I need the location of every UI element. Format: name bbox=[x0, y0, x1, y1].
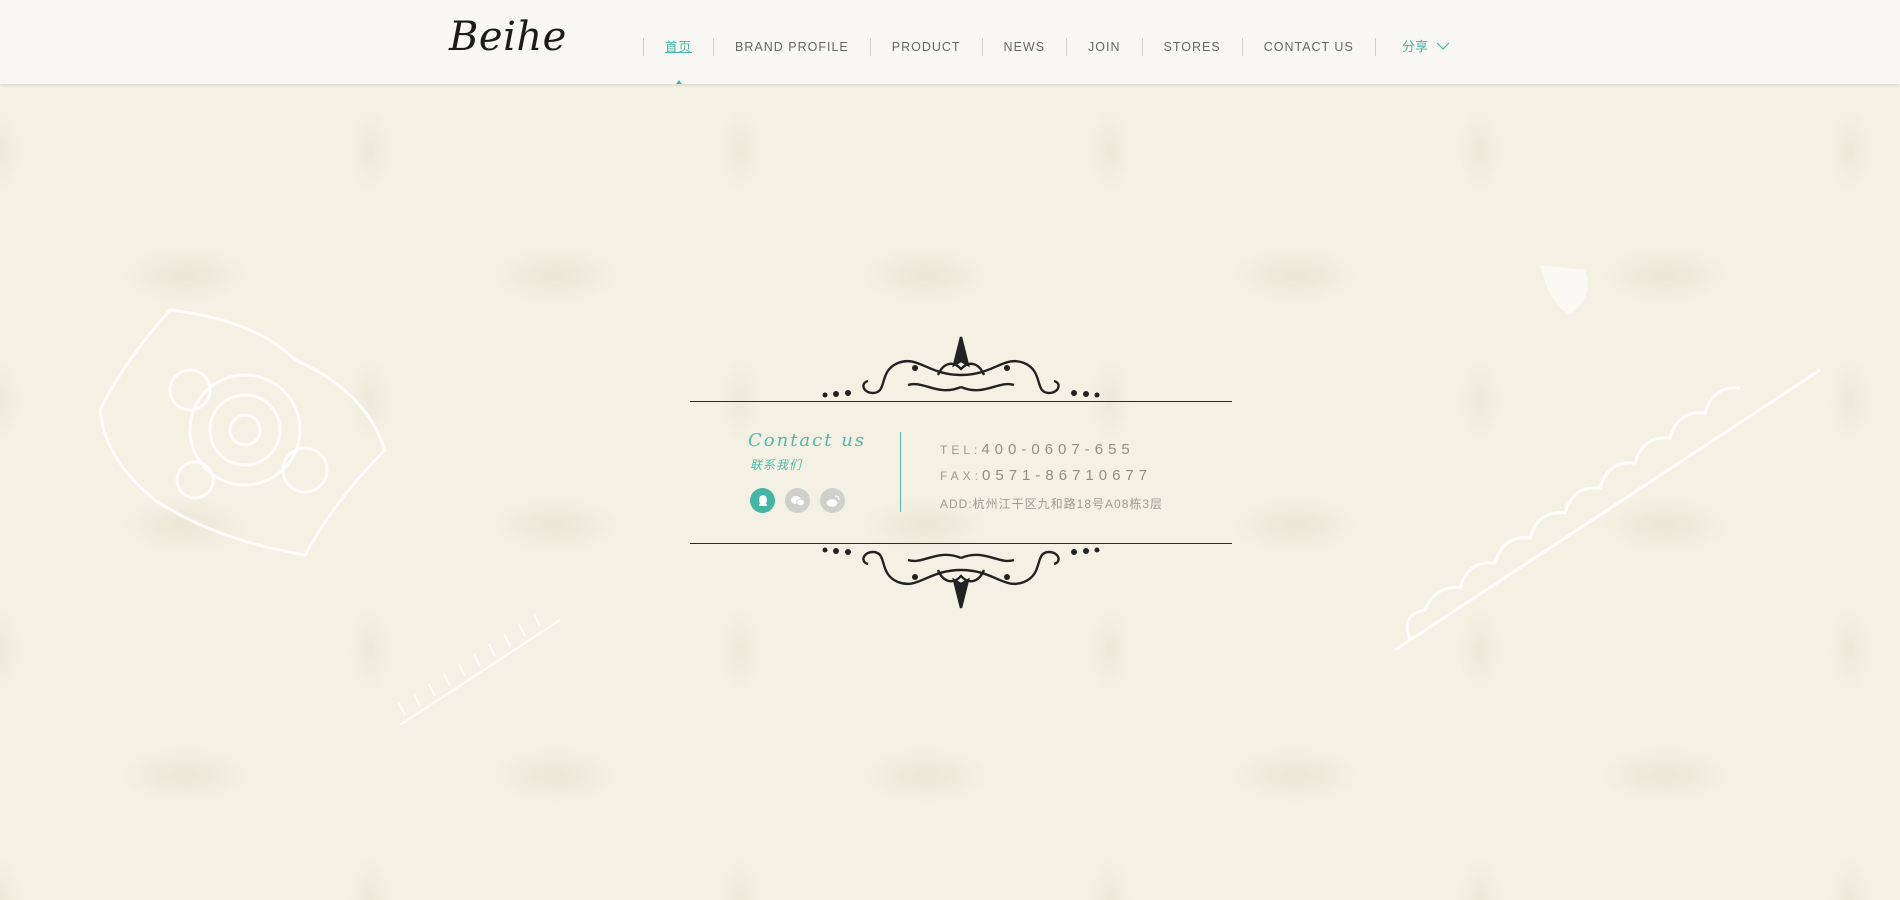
tel-line: TEL:400-0607-655 bbox=[940, 441, 1135, 459]
main-nav: 首页 BRAND PROFILE PRODUCT NEWS JOIN STORE… bbox=[643, 38, 1376, 56]
address-text: ADD:杭州江干区九和路18号A08栋3层 bbox=[940, 497, 1164, 511]
share-label: 分享 bbox=[1402, 39, 1429, 54]
fax-line: FAX:0571-86710677 bbox=[940, 467, 1152, 485]
nav-item-brand-profile[interactable]: BRAND PROFILE bbox=[714, 38, 870, 56]
contact-title: Contact us bbox=[748, 430, 867, 451]
fax-value: 0571-86710677 bbox=[982, 467, 1153, 484]
tel-label: TEL: bbox=[940, 443, 982, 457]
weibo-icon[interactable] bbox=[820, 488, 845, 513]
lace-decoration-left bbox=[98, 308, 387, 557]
bottom-ornament bbox=[822, 547, 1100, 609]
fax-label: FAX: bbox=[940, 469, 983, 483]
nav-item-product[interactable]: PRODUCT bbox=[871, 38, 982, 56]
nav-item-join[interactable]: JOIN bbox=[1067, 38, 1141, 56]
lace-decoration-top-right bbox=[1540, 265, 1588, 315]
nav-divider bbox=[1374, 38, 1376, 56]
top-rule bbox=[690, 401, 1232, 402]
top-header: Beihe 首页 BRAND PROFILE PRODUCT NEWS JOIN… bbox=[0, 0, 1900, 84]
qq-icon[interactable] bbox=[750, 488, 775, 513]
chevron-down-icon bbox=[1436, 42, 1450, 50]
wechat-icon[interactable] bbox=[785, 488, 810, 513]
contact-panel: Contact us 联系我们 TEL:400-0607-655 FAX:057… bbox=[690, 335, 1232, 610]
contact-subtitle: 联系我们 bbox=[750, 458, 803, 472]
brand-logo[interactable]: Beihe bbox=[449, 14, 567, 60]
top-ornament bbox=[822, 336, 1100, 398]
social-links bbox=[750, 488, 845, 513]
nav-item-contact-us[interactable]: CONTACT US bbox=[1243, 38, 1375, 56]
active-nav-indicator bbox=[676, 80, 682, 84]
nav-item-home[interactable]: 首页 bbox=[644, 38, 713, 56]
lace-decoration-bottom-left bbox=[398, 613, 561, 726]
nav-item-stores[interactable]: STORES bbox=[1143, 38, 1242, 56]
lace-decoration-right bbox=[1394, 368, 1821, 652]
contact-divider bbox=[900, 432, 901, 512]
nav-item-news[interactable]: NEWS bbox=[983, 38, 1067, 56]
tel-value: 400-0607-655 bbox=[981, 441, 1135, 458]
share-dropdown[interactable]: 分享 bbox=[1402, 36, 1450, 55]
